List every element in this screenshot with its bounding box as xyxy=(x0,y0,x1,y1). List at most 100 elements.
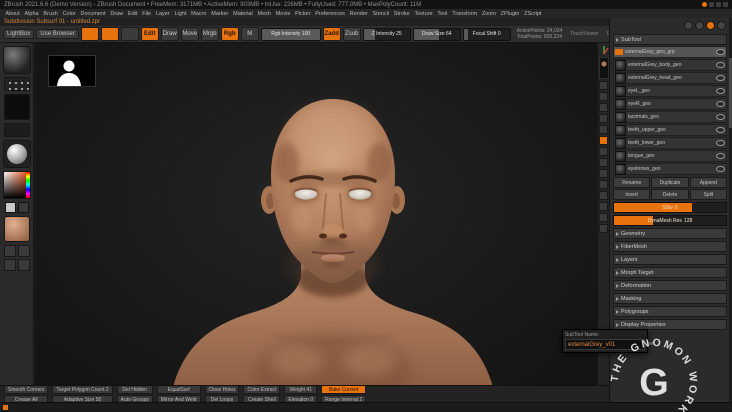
duplicate-button[interactable]: Duplicate xyxy=(651,177,689,188)
floor-button[interactable] xyxy=(599,114,608,123)
menu-picker[interactable]: Picker xyxy=(293,11,313,17)
menu-draw[interactable]: Draw xyxy=(108,11,126,17)
menu-preferences[interactable]: Preferences xyxy=(313,11,347,17)
notification-icon[interactable] xyxy=(3,405,8,410)
menu-document[interactable]: Document xyxy=(78,11,108,17)
focal-shift-slider[interactable]: Focal Shift 0 xyxy=(462,27,511,41)
folder-icon[interactable] xyxy=(615,49,623,55)
touchviewer-button[interactable]: TouchViewer xyxy=(570,31,599,37)
sculpt-viewport[interactable] xyxy=(35,43,597,385)
stroke-dots-thumbnail[interactable] xyxy=(3,77,30,91)
visibility-eye-icon[interactable] xyxy=(716,88,725,94)
insert-button[interactable]: Insert xyxy=(613,189,651,200)
menu-light[interactable]: Light xyxy=(172,11,189,17)
color-extract-button[interactable]: Color Extract xyxy=(243,386,281,394)
menu-stencil[interactable]: Stencil xyxy=(370,11,391,17)
panel-active-icon[interactable] xyxy=(706,21,715,30)
close-button[interactable] xyxy=(723,2,728,7)
hue-strip[interactable] xyxy=(25,172,30,198)
menu-texture[interactable]: Texture xyxy=(412,11,435,17)
mrgb-button[interactable]: Mrgb xyxy=(200,27,219,41)
lsym-button[interactable] xyxy=(599,136,608,145)
scroll-button[interactable] xyxy=(599,213,608,222)
panel-menu-icon[interactable] xyxy=(684,21,693,30)
xpose-button[interactable] xyxy=(599,202,608,211)
bake-current-button[interactable]: Bake Current xyxy=(321,386,367,394)
menu-material[interactable]: Material xyxy=(231,11,255,17)
maximize-button[interactable] xyxy=(716,2,721,7)
visibility-eye-icon[interactable] xyxy=(716,62,725,68)
subtool-row[interactable]: tongue_geo xyxy=(613,150,727,162)
menu-transform[interactable]: Transform xyxy=(450,11,480,17)
visibility-eye-icon[interactable] xyxy=(716,114,725,120)
section-deformation[interactable]: Deformation xyxy=(613,280,727,291)
quick-pick-1[interactable] xyxy=(3,245,16,257)
alpha-off-thumbnail[interactable] xyxy=(3,94,30,120)
visibility-eye-icon[interactable] xyxy=(716,49,725,55)
append-button[interactable]: Append xyxy=(689,177,727,188)
menu-tool[interactable]: Tool xyxy=(435,11,450,17)
menu-stroke[interactable]: Stroke xyxy=(391,11,412,17)
menu-layer[interactable]: Layer xyxy=(154,11,173,17)
del-hidden-button[interactable]: Del Hidden xyxy=(116,386,153,394)
visibility-eye-icon[interactable] xyxy=(716,140,725,146)
material-thumbnail[interactable] xyxy=(2,140,31,168)
visibility-eye-icon[interactable] xyxy=(716,153,725,159)
current-brush-thumbnail[interactable] xyxy=(2,46,31,74)
equalsurf-button[interactable]: EqualSurf xyxy=(156,386,201,394)
rgb-button[interactable]: Rgb xyxy=(220,27,239,41)
zadd-button[interactable]: Zadd xyxy=(322,27,341,41)
gyro-icon-button[interactable] xyxy=(120,27,139,41)
m-button[interactable]: M xyxy=(240,27,259,41)
subtool-row[interactable]: externalGrey_body_geo xyxy=(613,59,727,71)
subtool-row[interactable]: eyeL_geo xyxy=(613,85,727,97)
menu-render[interactable]: Render xyxy=(347,11,370,17)
rename-button[interactable]: Rename xyxy=(613,177,651,188)
subtool-name-input[interactable]: externalGrey_v01 xyxy=(565,339,645,350)
delete-button[interactable]: Delete xyxy=(651,189,689,200)
subtool-row[interactable]: teeth_lower_geo xyxy=(613,137,727,149)
persp-button[interactable] xyxy=(599,103,608,112)
transp-button[interactable] xyxy=(599,169,608,178)
visibility-eye-icon[interactable] xyxy=(716,166,725,172)
main-color-swatch[interactable] xyxy=(4,202,16,213)
tool-preview-thumbnail[interactable] xyxy=(598,57,609,79)
section-fibermesh[interactable]: FiberMesh xyxy=(613,241,727,252)
document-preview-thumbnail[interactable] xyxy=(48,55,96,87)
section-layers[interactable]: Layers xyxy=(613,254,727,265)
skin-material-thumbnail[interactable] xyxy=(3,216,30,242)
subtool-row[interactable]: eyebrows_geo xyxy=(613,163,727,175)
z-intensity-slider[interactable]: Z Intensity 25 xyxy=(362,27,411,41)
draw-button[interactable]: Draw xyxy=(160,27,179,41)
secondary-color-swatch[interactable] xyxy=(17,202,29,213)
move-button[interactable]: Move xyxy=(180,27,199,41)
subtool-row[interactable]: teeth_upper_geo xyxy=(613,124,727,136)
visibility-eye-icon[interactable] xyxy=(716,101,725,107)
color-pick-icon-button[interactable] xyxy=(100,27,119,41)
frame-button[interactable] xyxy=(599,147,608,156)
draw-size-slider[interactable]: Draw Size 64 xyxy=(412,27,461,41)
bpr-button[interactable] xyxy=(599,81,608,90)
edit-button[interactable]: Edit xyxy=(140,27,159,41)
menu-file[interactable]: File xyxy=(140,11,154,17)
visibility-eye-icon[interactable] xyxy=(716,75,725,81)
menu-movie[interactable]: Movie xyxy=(273,11,292,17)
subtool-row[interactable]: lacrimals_geo xyxy=(613,111,727,123)
menu-zplugin[interactable]: ZPlugin xyxy=(498,11,521,17)
section-polygroups[interactable]: Polygroups xyxy=(613,306,727,317)
zoom-button[interactable] xyxy=(599,224,608,233)
menu-edit[interactable]: Edit xyxy=(126,11,140,17)
sdiv-slider[interactable]: SDiv 6 xyxy=(613,202,727,213)
subtool-row[interactable]: externalGrey_geo_grp xyxy=(613,46,727,58)
menu-about[interactable]: About xyxy=(3,11,22,17)
menu-alpha[interactable]: Alpha xyxy=(22,11,41,17)
dynamesh-res-slider[interactable]: DynaMesh Res 128 xyxy=(613,215,727,226)
panel-collapse-icon[interactable] xyxy=(717,21,726,30)
texture-off-thumbnail[interactable] xyxy=(3,123,30,137)
split-button[interactable]: Split xyxy=(689,189,727,200)
title-bar[interactable]: ZBrush 2021.6.6 (Demo Version) - ZBrush … xyxy=(0,0,732,9)
use-browser-button[interactable]: Use Browser xyxy=(36,29,79,39)
weight-slider[interactable]: Weight 41 xyxy=(284,386,318,394)
solo-button[interactable] xyxy=(599,191,608,200)
subtool-row[interactable]: eyeR_geo xyxy=(613,98,727,110)
